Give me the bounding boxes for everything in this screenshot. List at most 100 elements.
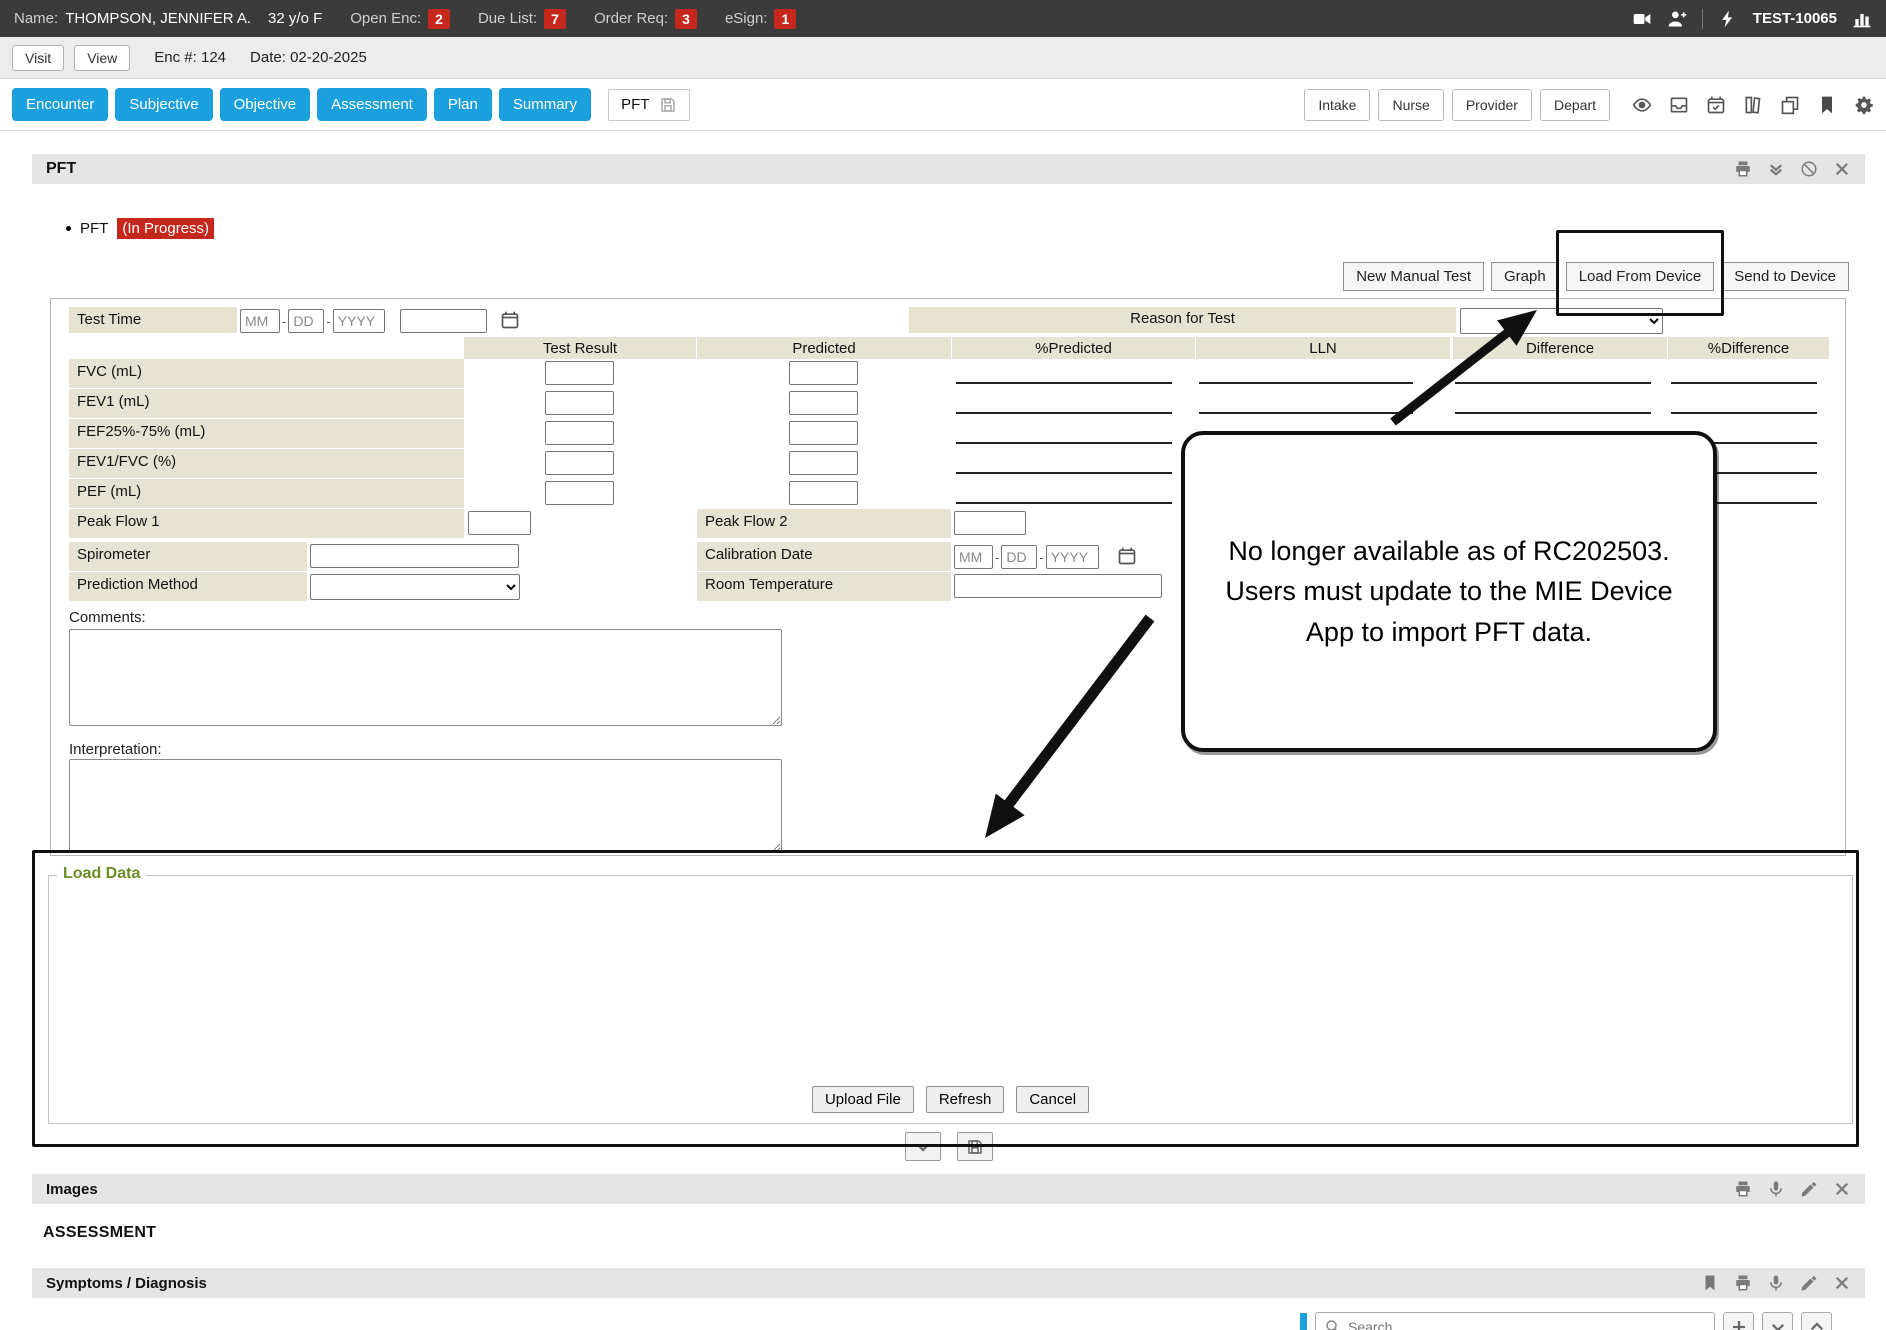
add-person-icon[interactable] xyxy=(1667,9,1687,29)
edit-pencil-icon[interactable] xyxy=(1800,1274,1818,1292)
microphone-icon[interactable] xyxy=(1767,1274,1785,1292)
bar-chart-icon[interactable] xyxy=(1852,9,1872,29)
test-time-yyyy-input[interactable] xyxy=(333,309,385,333)
fvc-test-result-input[interactable] xyxy=(545,361,614,385)
fev1fvc-test-result-input[interactable] xyxy=(545,451,614,475)
depart-button[interactable]: Depart xyxy=(1540,89,1610,121)
collapse-button[interactable] xyxy=(1762,1312,1793,1330)
add-button[interactable] xyxy=(1723,1312,1754,1330)
reason-for-test-select[interactable] xyxy=(1460,308,1663,334)
tab-objective[interactable]: Objective xyxy=(220,88,311,121)
calibration-yyyy-input[interactable] xyxy=(1046,545,1099,569)
print-icon[interactable] xyxy=(1734,1274,1752,1292)
load-from-device-button[interactable]: Load From Device xyxy=(1566,262,1715,291)
video-camera-icon[interactable] xyxy=(1632,9,1652,29)
test-time-mm-input[interactable] xyxy=(240,309,280,333)
intake-button[interactable]: Intake xyxy=(1304,89,1370,121)
provider-button[interactable]: Provider xyxy=(1452,89,1532,121)
order-req-badge[interactable]: 3 xyxy=(675,9,697,29)
peak-flow-1-input[interactable] xyxy=(468,511,531,535)
room-temperature-label: Room Temperature xyxy=(697,572,951,601)
fev1-test-result-input[interactable] xyxy=(545,391,614,415)
journals-icon[interactable] xyxy=(1743,95,1763,115)
comments-label: Comments: xyxy=(69,609,146,626)
visit-button[interactable]: Visit xyxy=(12,45,64,71)
search-box[interactable] xyxy=(1315,1312,1715,1330)
esign-badge[interactable]: 1 xyxy=(774,9,796,29)
reason-for-test-label: Reason for Test xyxy=(909,307,1456,333)
pef-predicted-input[interactable] xyxy=(789,481,858,505)
esign-label: eSign: xyxy=(725,10,768,27)
calendar-check-icon[interactable] xyxy=(1706,95,1726,115)
fev1fvc-predicted-input[interactable] xyxy=(789,451,858,475)
close-icon[interactable] xyxy=(1833,1180,1851,1198)
search-input[interactable] xyxy=(1348,1319,1706,1330)
refresh-button[interactable]: Refresh xyxy=(926,1086,1005,1113)
close-icon[interactable] xyxy=(1833,1274,1851,1292)
pft-list-item[interactable]: PFT (In Progress) xyxy=(66,216,1865,240)
microphone-icon[interactable] xyxy=(1767,1180,1785,1198)
comments-textarea[interactable] xyxy=(69,629,782,726)
print-icon[interactable] xyxy=(1734,160,1752,178)
toolbar-icon-group xyxy=(1632,95,1874,115)
test-time-dd-input[interactable] xyxy=(288,309,324,333)
pef-test-result-input[interactable] xyxy=(545,481,614,505)
save-icon[interactable] xyxy=(659,96,677,114)
interpretation-label: Interpretation: xyxy=(69,741,162,758)
expand-button[interactable] xyxy=(905,1132,941,1161)
search-icon xyxy=(1324,1318,1342,1330)
test-time-time-input[interactable] xyxy=(400,309,487,333)
fev1-predicted-input[interactable] xyxy=(789,391,858,415)
pft-item-label[interactable]: PFT xyxy=(80,220,108,237)
edit-pencil-icon[interactable] xyxy=(1800,1180,1818,1198)
calibration-calendar-icon[interactable] xyxy=(1117,546,1137,566)
new-manual-test-button[interactable]: New Manual Test xyxy=(1343,262,1484,291)
tab-assessment[interactable]: Assessment xyxy=(317,88,427,121)
tab-encounter[interactable]: Encounter xyxy=(12,88,108,121)
prediction-method-select[interactable] xyxy=(310,574,520,600)
calendar-picker-icon[interactable] xyxy=(500,310,520,330)
pft-actions: New Manual Test Graph Load From Device S… xyxy=(32,262,1849,291)
value-line xyxy=(956,502,1172,504)
tab-summary[interactable]: Summary xyxy=(499,88,591,121)
fef-test-result-input[interactable] xyxy=(545,421,614,445)
copy-icon[interactable] xyxy=(1780,95,1800,115)
tab-pft-active[interactable]: PFT xyxy=(608,89,690,121)
bookmark-icon[interactable] xyxy=(1817,95,1837,115)
interpretation-textarea[interactable] xyxy=(69,759,782,853)
lightning-icon[interactable] xyxy=(1718,9,1738,29)
eye-icon[interactable] xyxy=(1632,95,1652,115)
inbox-icon[interactable] xyxy=(1669,95,1689,115)
scroll-top-button[interactable] xyxy=(1801,1312,1832,1330)
tab-subjective[interactable]: Subjective xyxy=(115,88,212,121)
nurse-button[interactable]: Nurse xyxy=(1378,89,1443,121)
spirometer-input[interactable] xyxy=(310,544,519,568)
cancel-button[interactable]: Cancel xyxy=(1016,1086,1089,1113)
gears-icon[interactable] xyxy=(1854,95,1874,115)
tab-plan[interactable]: Plan xyxy=(434,88,492,121)
load-data-mini-buttons xyxy=(32,1132,1865,1161)
open-enc-badge[interactable]: 2 xyxy=(428,9,450,29)
pft-page: Name: THOMPSON, JENNIFER A. 32 y/o F Ope… xyxy=(0,0,1886,1330)
calibration-dd-input[interactable] xyxy=(1001,545,1037,569)
fef-predicted-input[interactable] xyxy=(789,421,858,445)
toolbar-right: Intake Nurse Provider Depart xyxy=(1304,89,1874,121)
patient-age-sex: 32 y/o F xyxy=(268,10,322,27)
calibration-mm-input[interactable] xyxy=(954,545,993,569)
bookmark-icon[interactable] xyxy=(1701,1274,1719,1292)
value-line xyxy=(1671,382,1817,384)
print-icon[interactable] xyxy=(1734,1180,1752,1198)
due-list-badge[interactable]: 7 xyxy=(544,9,566,29)
close-icon[interactable] xyxy=(1833,160,1851,178)
view-button[interactable]: View xyxy=(74,45,130,71)
collapse-chevron-icon[interactable] xyxy=(1767,160,1785,178)
upload-file-button[interactable]: Upload File xyxy=(812,1086,914,1113)
fvc-predicted-input[interactable] xyxy=(789,361,858,385)
in-progress-badge: (In Progress) xyxy=(117,218,214,239)
room-temperature-input[interactable] xyxy=(954,574,1162,598)
save-section-button[interactable] xyxy=(957,1132,993,1161)
peak-flow-2-input[interactable] xyxy=(954,511,1026,535)
no-entry-icon[interactable] xyxy=(1800,160,1818,178)
graph-button[interactable]: Graph xyxy=(1491,262,1559,291)
send-to-device-button[interactable]: Send to Device xyxy=(1721,262,1849,291)
